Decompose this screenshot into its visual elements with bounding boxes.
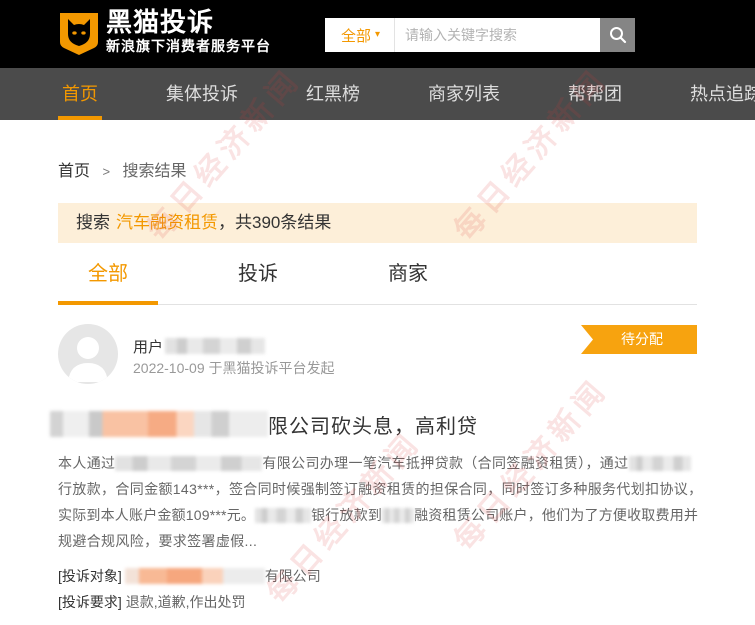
- summary-line: 规避合规风险，要求签署虚假...: [58, 528, 698, 554]
- redacted-text-block: [124, 568, 265, 584]
- summary-count: ，共390条结果: [218, 213, 332, 232]
- result-tabs: 全部 投诉 商家: [58, 250, 697, 305]
- complaint-demand: [投诉要求] 退款,道歉,作出处罚: [58, 590, 246, 614]
- complaint-date: 2022-10-09 于黑猫投诉平台发起: [133, 360, 335, 376]
- tab-merchants[interactable]: 商家: [358, 250, 458, 304]
- summary-text: 本人通过: [58, 455, 116, 471]
- breadcrumb-current: 搜索结果: [122, 163, 187, 180]
- complaint-target-label: [投诉对象]: [58, 568, 122, 584]
- nav-item-group-complaints[interactable]: 集体投诉: [162, 68, 242, 120]
- summary-line: 本人通过 有限公司办理一笔汽车抵押贷款（合同签融资租赁），通过: [58, 450, 698, 476]
- chevron-down-icon: ▾: [375, 29, 381, 40]
- top-header: 黑猫投诉 新浪旗下消费者服务平台 全部 ▾: [0, 0, 755, 68]
- redacted-text-block: [255, 507, 312, 523]
- summary-text: 有限公司办理一笔汽车抵押贷款（合同签融资租赁），通过: [262, 455, 629, 471]
- complaint-target: [投诉对象] 有限公司: [58, 564, 321, 588]
- summary-text: 银行放款到: [311, 507, 383, 523]
- search-bar: 全部 ▾: [325, 18, 635, 52]
- site-logo-subtitle: 新浪旗下消费者服务平台: [106, 39, 271, 55]
- tab-complaints[interactable]: 投诉: [208, 250, 308, 304]
- nav-item-merchant-list[interactable]: 商家列表: [424, 68, 504, 120]
- breadcrumb: 首页 > 搜索结果: [58, 160, 187, 184]
- breadcrumb-home-link[interactable]: 首页: [58, 163, 90, 180]
- redacted-text-block: [628, 455, 691, 471]
- nav-item-red-black-list[interactable]: 红黑榜: [302, 68, 364, 120]
- search-scope-label: 全部: [341, 27, 372, 45]
- tab-all[interactable]: 全部: [58, 250, 158, 305]
- user-name-prefix: 用户: [133, 338, 164, 356]
- summary-text: 融资租赁公司账户，他们为了方便收取费用并: [414, 507, 698, 523]
- nav-item-home[interactable]: 首页: [58, 68, 102, 120]
- search-icon: [609, 27, 626, 44]
- complaint-demand-value: 退款,道歉,作出处罚: [125, 594, 246, 610]
- summary-line: 行放款，合同金额143***，签合同时候强制签订融资租赁的担保合同，同时签订多种…: [58, 476, 698, 502]
- status-badge: 待分配: [581, 325, 697, 354]
- search-button[interactable]: [600, 18, 635, 52]
- main-nav-list: 首页 集体投诉 红黑榜 商家列表 帮帮团 热点追踪: [58, 68, 755, 120]
- summary-keyword: 汽车融资租赁: [116, 213, 218, 232]
- complaint-demand-label: [投诉要求]: [58, 594, 122, 610]
- redacted-text-block: [50, 411, 268, 437]
- complaint-user: 用户: [133, 336, 266, 356]
- summary-text: 行放款，合同金额143***，签合同时候强制签订融资租赁的担保合同，同时签订多种…: [58, 481, 698, 497]
- main-nav: 首页 集体投诉 红黑榜 商家列表 帮帮团 热点追踪: [0, 68, 755, 120]
- site-logo-title[interactable]: 黑猫投诉: [106, 8, 214, 38]
- user-avatar-icon: [68, 337, 108, 382]
- black-cat-logo-icon[interactable]: [57, 10, 101, 56]
- redacted-text-block: [115, 455, 263, 471]
- complaint-summary[interactable]: 本人通过 有限公司办理一笔汽车抵押贷款（合同签融资租赁），通过 行放款，合同金额…: [58, 450, 698, 554]
- complaint-target-value[interactable]: 有限公司: [265, 566, 321, 586]
- summary-text: 实际到本人账户金额109***元。: [58, 507, 256, 523]
- nav-item-help-group[interactable]: 帮帮团: [564, 68, 626, 120]
- redacted-text-block: [382, 507, 415, 523]
- summary-prefix: 搜索: [76, 213, 110, 232]
- summary-text: 规避合规风险，要求签署虚假...: [58, 533, 258, 549]
- search-results-summary: 搜索 汽车融资租赁，共390条结果: [58, 203, 697, 243]
- redacted-text-block: [165, 338, 266, 354]
- breadcrumb-separator: >: [102, 164, 111, 179]
- complaint-title-link[interactable]: 限公司砍头息，高利贷: [50, 410, 478, 438]
- search-scope-dropdown[interactable]: 全部 ▾: [325, 18, 395, 52]
- summary-line: 实际到本人账户金额109***元。 银行放款到 融资租赁公司账户，他们为了方便收…: [58, 502, 698, 528]
- search-input[interactable]: [395, 18, 600, 52]
- complaint-title-text: 限公司砍头息，高利贷: [268, 415, 478, 438]
- avatar: [58, 324, 118, 384]
- nav-item-hot-topics[interactable]: 热点追踪: [686, 68, 755, 120]
